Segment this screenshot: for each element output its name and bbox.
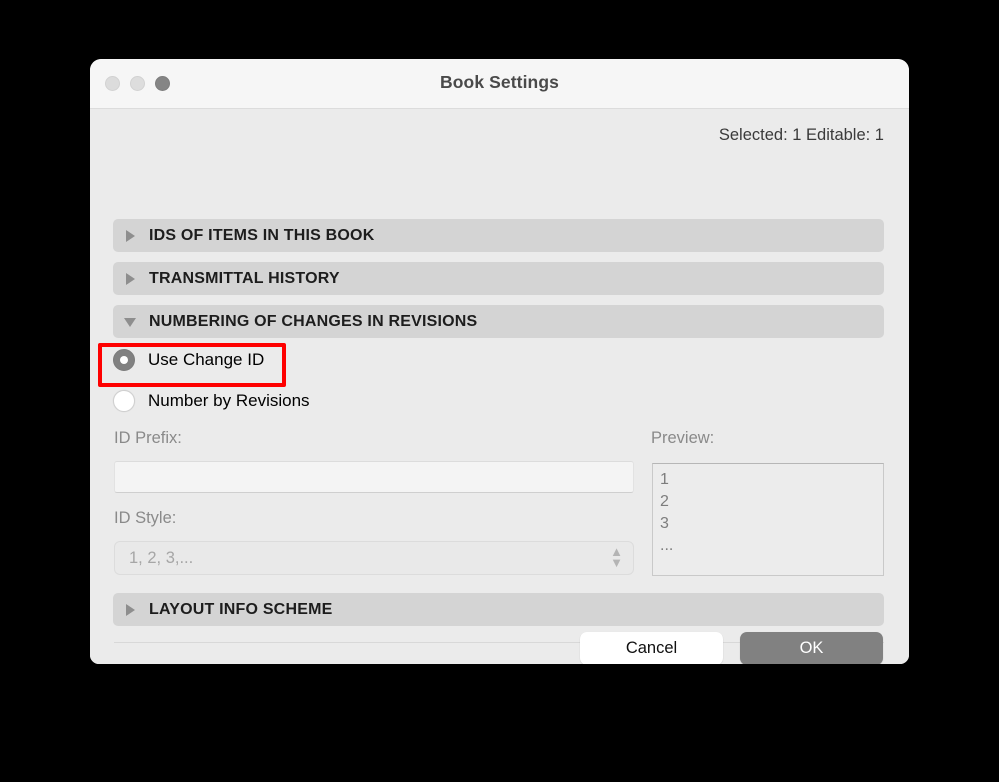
selection-status: Selected: 1 Editable: 1 xyxy=(718,126,884,144)
chevron-right-icon xyxy=(123,271,139,287)
id-style-label: ID Style: xyxy=(114,509,177,527)
preview-panel: 1 2 3 ... xyxy=(652,463,884,576)
chevron-right-icon xyxy=(123,228,139,244)
id-style-select[interactable]: 1, 2, 3,... ▲ ▼ xyxy=(114,541,634,575)
preview-label: Preview: xyxy=(651,429,715,447)
chevron-down-icon xyxy=(123,314,139,330)
radio-label: Use Change ID xyxy=(148,350,265,369)
cancel-button[interactable]: Cancel xyxy=(580,632,723,664)
stepper-chevrons-icon[interactable]: ▲ ▼ xyxy=(610,546,623,570)
radio-unselected-icon xyxy=(113,390,135,412)
section-label: NUMBERING OF CHANGES IN REVISIONS xyxy=(149,312,478,330)
section-header-numbering-of-changes[interactable]: NUMBERING OF CHANGES IN REVISIONS xyxy=(113,305,884,338)
chevron-down-icon: ▼ xyxy=(610,555,623,570)
chevron-right-icon xyxy=(123,602,139,618)
section-label: LAYOUT INFO SCHEME xyxy=(149,600,333,618)
section-label: IDS OF ITEMS IN THIS BOOK xyxy=(149,226,375,244)
preview-line: 2 xyxy=(660,493,669,510)
preview-line: 3 xyxy=(660,515,669,532)
section-header-ids-of-items[interactable]: IDS OF ITEMS IN THIS BOOK xyxy=(113,219,884,252)
section-header-transmittal-history[interactable]: TRANSMITTAL HISTORY xyxy=(113,262,884,295)
dialog-body: Selected: 1 Editable: 1 IDS OF ITEMS IN … xyxy=(90,109,909,664)
window-title: Book Settings xyxy=(440,72,559,92)
preview-line: 1 xyxy=(660,471,669,488)
id-prefix-input[interactable] xyxy=(114,461,634,493)
section-header-layout-info-scheme[interactable]: LAYOUT INFO SCHEME xyxy=(113,593,884,626)
ok-button[interactable]: OK xyxy=(740,632,883,664)
radio-number-by-revisions[interactable]: Number by Revisions xyxy=(113,390,310,412)
radio-label: Number by Revisions xyxy=(148,391,310,410)
screen: Book Settings Selected: 1 Editable: 1 ID… xyxy=(0,0,999,782)
title-bar: Book Settings xyxy=(90,59,909,109)
radio-use-change-id[interactable]: Use Change ID xyxy=(113,349,264,371)
book-settings-dialog: Book Settings Selected: 1 Editable: 1 ID… xyxy=(90,59,909,664)
radio-selected-icon xyxy=(113,349,135,371)
section-label: TRANSMITTAL HISTORY xyxy=(149,269,340,287)
id-prefix-label: ID Prefix: xyxy=(114,429,182,447)
preview-line: ... xyxy=(660,537,674,554)
id-style-value: 1, 2, 3,... xyxy=(129,548,194,567)
